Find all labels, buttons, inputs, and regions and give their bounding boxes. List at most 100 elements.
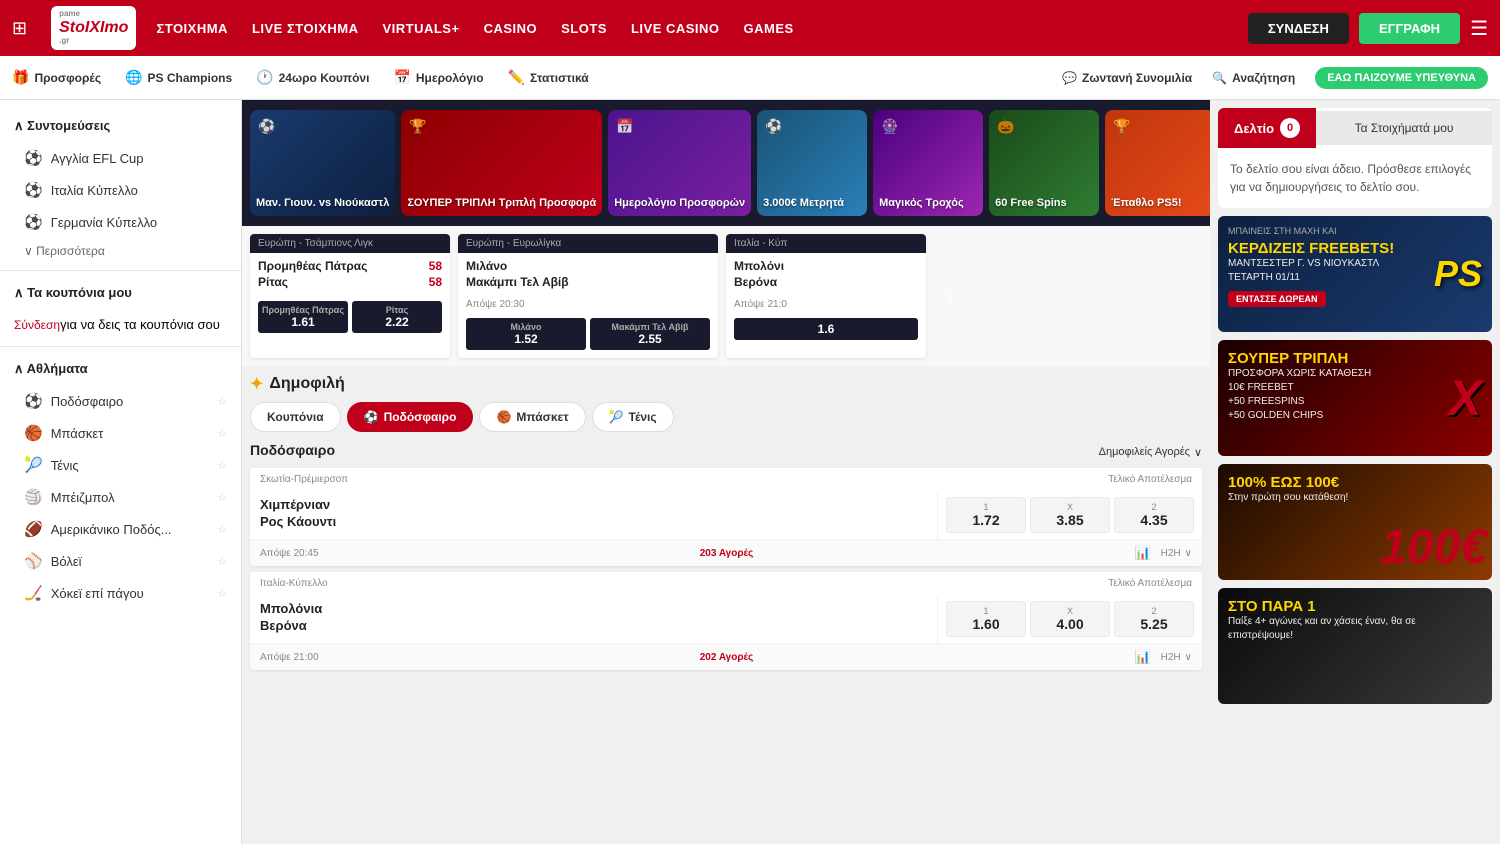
my-coupons-title: ∧ Τα κουπόνια μου (14, 285, 132, 301)
logo: pame StoIXImo .gr (51, 6, 136, 49)
odd-btn-1b[interactable]: Ρίτας 2.22 (352, 301, 442, 333)
tab-tennis[interactable]: 🎾 Τένις (592, 402, 674, 432)
h2h-button-2[interactable]: H2H ∨ (1161, 652, 1192, 663)
deltio-button[interactable]: Δελτίο 0 (1218, 108, 1316, 148)
nav-live-chat[interactable]: 💬 Ζωντανή Συνομιλία (1062, 71, 1192, 85)
shortcuts-header[interactable]: ∧ Συντομεύσεις (0, 110, 241, 142)
sidebar-item-american-football[interactable]: 🏈 Αμερικάνικο Ποδός... ☆ (0, 513, 241, 545)
login-button[interactable]: ΣΥΝΔΕΣΗ (1248, 13, 1349, 44)
odd-btn-1a[interactable]: Προμηθέας Πάτρας 1.61 (258, 301, 348, 333)
promo-card-7[interactable]: 🏆 Έπαθλο PS5! (1105, 110, 1210, 216)
tab-basketball[interactable]: 🏀 Μπάσκετ (479, 402, 585, 432)
nav-live-stoixima[interactable]: LIVE ΣΤΟΙΧΗΜΑ (252, 21, 359, 36)
match-footer-2: Απόψε 21:00 202 Αγορές 📊 H2H ∨ (250, 643, 1202, 670)
promo-card-5[interactable]: 🎡 Μαγικός Τροχός (873, 110, 983, 216)
nav-stoixima[interactable]: ΣΤΟΙΧΗΜΑ (156, 21, 228, 36)
sidebar-item-tennis[interactable]: 🎾 Τένις ☆ (0, 449, 241, 481)
shortcuts-title: ∧ Συντομεύσεις (14, 118, 110, 134)
promo-icon-2: 🏆 (409, 118, 426, 135)
sidebar-item-baseball[interactable]: ⚾ Βόλεϊ ☆ (0, 545, 241, 577)
sidebar-item-germany-cup[interactable]: ⚽ Γερμανία Κύπελλο (0, 206, 241, 238)
odd-cell-1-1[interactable]: 1 1.72 (946, 497, 1026, 533)
grid-icon[interactable]: ⊞ (12, 18, 27, 39)
scores-next-button[interactable]: › (934, 234, 966, 358)
second-nav-right: 💬 Ζωντανή Συνομιλία 🔍 Αναζήτηση ΕΑΩ ΠΑΙΖ… (1062, 67, 1488, 89)
popular-markets-button[interactable]: Δημοφιλείς Αγορές ∨ (1099, 446, 1202, 459)
promo-card-2[interactable]: 🏆 ΣΟΥΠΕΡ ΤΡΙΠΛΗ Τριπλή Προσφορά (401, 110, 602, 216)
banner-triple-sub: ΠΡΟΣΦΟΡΑ ΧΩΡΙΣ ΚΑΤΑΘΕΣΗ10€ FREEBET+50 FR… (1228, 367, 1371, 423)
promo-title-3: Ημερολόγιο Προσφορών (614, 197, 745, 210)
chevron-down-icon: ∨ (1194, 446, 1202, 459)
sidebar-item-football[interactable]: ⚽ Ποδόσφαιρο ☆ (0, 385, 241, 417)
banner-triple[interactable]: ΣΟΥΠΕΡ ΤΡΙΠΛΗ ΠΡΟΣΦΟΡΑ ΧΩΡΙΣ ΚΑΤΑΘΕΣΗ10€… (1218, 340, 1492, 456)
promo-card-4[interactable]: ⚽ 3.000€ Μετρητά (757, 110, 867, 216)
score-odds-2: Μιλάνο 1.52 Μακάμπι Τελ Αβίβ 2.55 (458, 318, 718, 358)
nav-games[interactable]: GAMES (744, 21, 794, 36)
nav-24h-coupon[interactable]: 🕐 24ωρο Κουπόνι (256, 69, 369, 86)
odd-cell-2-1[interactable]: 1 1.60 (946, 601, 1026, 637)
banner-100pct[interactable]: 100% ΕΩΣ 100€ Στην πρώτη σου κατάθεση! 1… (1218, 464, 1492, 580)
odd-btn-3a[interactable]: 1.6 (734, 318, 918, 340)
sports-header[interactable]: ∧ Αθλήματα (0, 353, 241, 385)
odd-cell-2-3[interactable]: 2 5.25 (1114, 601, 1194, 637)
eao-button[interactable]: ΕΑΩ ΠΑΙΖΟΥΜΕ ΥΠΕΥΘΥΝΑ (1315, 67, 1488, 89)
sidebar-divider-2 (0, 346, 241, 347)
tab-football[interactable]: ⚽ Ποδόσφαιρο (347, 402, 474, 432)
odd-val-2-2: 4.00 (1056, 616, 1083, 632)
nav-ps-champions[interactable]: 🌐 PS Champions (125, 69, 232, 86)
logo-area[interactable]: pame StoIXImo .gr (51, 6, 136, 49)
register-button[interactable]: ΕΓΓΡΑΦΗ (1359, 13, 1460, 44)
sidebar-item-volleyball[interactable]: 🏐 Μπέιζμπολ ☆ (0, 481, 241, 513)
nav-search[interactable]: 🔍 Αναζήτηση (1212, 71, 1295, 85)
match-h2h-area-1: 📊 H2H ∨ (1134, 545, 1192, 561)
score-val-1a: 58 (429, 259, 442, 273)
odd-cell-1-2[interactable]: X 3.85 (1030, 497, 1110, 533)
promo-card-6[interactable]: 🎃 60 Free Spins (989, 110, 1099, 216)
tab-football-icon: ⚽ (364, 410, 379, 424)
sidebar-item-label: Μπέιζμπολ (51, 490, 115, 505)
odd-btn-2b[interactable]: Μακάμπι Τελ Αβίβ 2.55 (590, 318, 710, 350)
login-link[interactable]: Σύνδεση (14, 318, 60, 332)
promo-card-1[interactable]: ⚽ Μαν. Γιουν. vs Νιούκαστλ (250, 110, 395, 216)
promo-title-6: 60 Free Spins (995, 197, 1067, 210)
tab-coupons[interactable]: Κουπόνια (250, 402, 341, 432)
banner-para1[interactable]: ΣΤΟ ΠΑΡΑ 1 Παίξε 4+ αγώνες και αν χάσεις… (1218, 588, 1492, 704)
sidebar-divider (0, 270, 241, 271)
match-markets-2[interactable]: 202 Αγορές (700, 652, 754, 663)
sidebar-more[interactable]: ∨ Περισσότερα (0, 238, 241, 264)
nav-virtuals[interactable]: VIRTUALS+ (382, 21, 459, 36)
banner-ps-champions[interactable]: ΜΠΑΙΝΕΙΣ ΣΤΗ ΜΑΧΗ ΚΑΙ ΚΕΡΔΙΖΕΙΣ FREEBETS… (1218, 216, 1492, 332)
banner-ps-sub: ΜΑΝΤΣΕΣΤΕΡ Γ. VS ΝΙΟΥΚΑΣΤΛΤΕΤΑΡΤΗ 01/11 (1228, 257, 1394, 285)
promo-card-3[interactable]: 📅 Ημερολόγιο Προσφορών (608, 110, 751, 216)
nav-offers[interactable]: 🎁 Προσφορές (12, 69, 101, 86)
promo-title-1: Μαν. Γιουν. vs Νιούκαστλ (256, 197, 389, 210)
h2h-button-1[interactable]: H2H ∨ (1161, 548, 1192, 559)
nav-statistics[interactable]: ✏️ Στατιστικά (508, 69, 589, 86)
nav-casino[interactable]: CASINO (484, 21, 538, 36)
match-time-2: Απόψε 21:00 (260, 652, 319, 663)
odd-btn-2a[interactable]: Μιλάνο 1.52 (466, 318, 586, 350)
nav-slots[interactable]: SLOTS (561, 21, 607, 36)
odd-val-2-1: 1.60 (972, 616, 999, 632)
nav-calendar[interactable]: 📅 Ημερολόγιο (393, 69, 483, 86)
odd-val-2b: 2.55 (638, 332, 661, 346)
sidebar-item-ice-hockey[interactable]: 🏒 Χόκεϊ επί πάγου ☆ (0, 577, 241, 609)
odd-cell-1-3[interactable]: 2 4.35 (1114, 497, 1194, 533)
sidebar-item-basketball[interactable]: 🏀 Μπάσκετ ☆ (0, 417, 241, 449)
nav-live-casino[interactable]: LIVE CASINO (631, 21, 720, 36)
my-coupons-header[interactable]: ∧ Τα κουπόνια μου (0, 277, 241, 309)
score-team-2a: Μιλάνο (466, 259, 710, 273)
hamburger-menu[interactable]: ☰ (1470, 16, 1488, 41)
match-markets-1[interactable]: 203 Αγορές (700, 548, 754, 559)
score-odds-1: Προμηθέας Πάτρας 1.61 Ρίτας 2.22 (250, 301, 450, 341)
sidebar-item-italy-cup[interactable]: ⚽ Ιταλία Κύπελλο (0, 174, 241, 206)
sidebar-item-label: Αγγλία EFL Cup (51, 151, 144, 166)
banner-ps-cta[interactable]: ΕΝΤΑΣΣΕ ΔΩΡΕΑΝ (1228, 291, 1326, 307)
live-scores-row: Ευρώπη - Τσάμπιονς Λιγκ Προμηθέας Πάτρας… (242, 226, 1210, 366)
odd-label-2a: Μιλάνο (468, 322, 584, 332)
score-card-1: Ευρώπη - Τσάμπιονς Λιγκ Προμηθέας Πάτρας… (250, 234, 450, 358)
my-bets-button[interactable]: Τα Στοιχήματά μου (1316, 111, 1492, 145)
odd-cell-2-2[interactable]: X 4.00 (1030, 601, 1110, 637)
sidebar-item-england-efl[interactable]: ⚽ Αγγλία EFL Cup (0, 142, 241, 174)
top-navigation: ⊞ pame StoIXImo .gr ΣΤΟΙΧΗΜΑ LIVE ΣΤΟΙΧΗ… (0, 0, 1500, 56)
